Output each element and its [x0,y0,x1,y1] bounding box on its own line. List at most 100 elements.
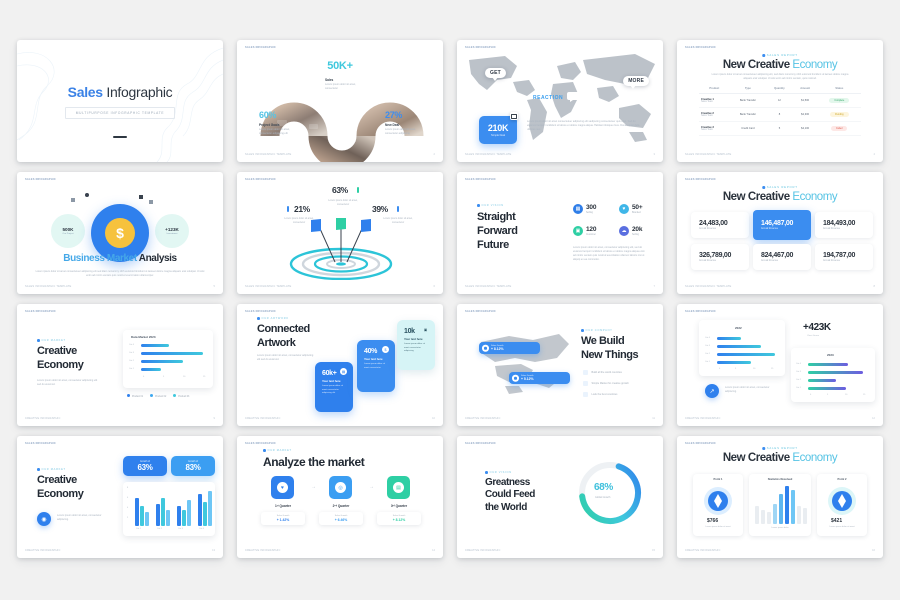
bar-label: Cat 1 [796,387,801,389]
cell-product: Creative 1 Sales Team [699,93,730,108]
th-type: Type [729,84,767,94]
stat-card-value: 210K [487,123,509,133]
side-card-caption-1: Lorem ipsum dolor sit amet [705,526,731,528]
table-row[interactable]: Creative 1 Sales Team Bank Transfer 12 $… [699,93,861,108]
row-sub: Sales Team [701,129,713,131]
chart-xlabel: Lorem ipsum dolor [771,527,789,529]
cell-status: Pending [817,107,861,122]
slide-thumbnail-4[interactable]: Sales Infographic Sales Report New Creat… [677,40,883,162]
slide-tagline: Sales Infographic [685,310,716,313]
stat-2: ♥ 50+ Branded [619,204,643,214]
bar-3 [141,359,183,363]
stat-caption: Selling [586,211,593,214]
quarter-label-1: 1ˢᵗ Quarter [274,504,292,508]
quarter-box-1[interactable]: Sales Growth + 1.42% [261,512,305,525]
card-value: 184,493,00 [823,219,856,227]
card-value: 824,467,00 [761,251,794,259]
page-title: We Build New Things [581,335,639,361]
info-card-10k[interactable]: ▣ 10k Your text here Lorem ipsum dolor s… [397,320,435,370]
slide-thumbnail-14[interactable]: Sales Infographic Our Market Analyze the… [237,436,443,558]
slide-thumbnail-16[interactable]: Sales Infographic Sales Report New Creat… [677,436,883,558]
pin-1[interactable]: ♥ [271,476,294,499]
number-card-4[interactable]: 326,789,00 Annual Revenue [691,244,749,270]
number-card-5[interactable]: 824,467,00 Annual Revenue [753,244,811,270]
side-card-title-2: Point 2 [837,478,847,481]
pct-card-2[interactable]: Growth of 83% [171,456,215,476]
slide-page-number: 5 [213,285,215,288]
table-header-row: Product Type Quantity Amount Status [699,84,861,94]
bar [808,378,836,382]
slide-thumbnail-11[interactable]: Sales Infographic Sales Growth + 8.12% S… [457,304,663,426]
cell-status: Complete [817,93,861,108]
xtick: 15 [771,368,774,370]
legend-item-2: Product 02 [150,394,166,398]
pct-card-1[interactable]: Growth of 63% [123,456,167,476]
slide-thumbnail-15[interactable]: Sales Infographic Our Vision Greatness C… [457,436,663,558]
tick-mark [287,206,289,212]
slide-thumbnail-13[interactable]: Sales Infographic Our Market Creative Ec… [17,436,223,558]
quarter-value: + 6.46% [334,518,348,522]
slide-thumbnail-8[interactable]: Sales Infographic Sales Report New Creat… [677,172,883,294]
stat-value: 20k [632,226,643,234]
number-card-1[interactable]: 24,483,00 Annual Revenue [691,212,749,238]
table-row[interactable]: Creative 2 Sales Team Bank Transfer 8 $2… [699,107,861,122]
slide-thumbnail-9[interactable]: Sales Infographic Our Market Creative Ec… [17,304,223,426]
bubble-more: MORE [623,76,649,89]
slide-3-body: Lorem ipsum dolor sit amet consectetuer … [527,120,640,132]
dart-value-2: 63% [332,185,348,195]
slide-2-stat-value-1: 60% [259,110,277,120]
bar [808,386,846,390]
page-title: Straight Forward Future [477,211,518,252]
slide-thumbnail-2[interactable]: Sales Infographic [237,40,443,162]
quarter-box-3[interactable]: Sales Growth + 8.12% [377,512,421,525]
page-title: Greatness Could Feed the World [485,477,535,513]
pin-3[interactable]: ▤ [387,476,410,499]
donut-chart [579,462,641,524]
location-dot-icon [482,344,489,352]
map-tooltip-2[interactable]: Sales Growth + 5.12% [509,372,570,384]
ytick: 6 [127,497,129,499]
pin-2[interactable]: ◎ [329,476,352,499]
bar-label: Cat 2 [796,379,801,381]
map-tooltip-1[interactable]: Sales Growth + 8.12% [479,342,540,354]
slide-thumbnail-1[interactable]: Sales Infographic Multipurpose Infograph… [17,40,223,162]
chart-title-2022: 2022 [735,326,742,330]
stat-card-210k[interactable]: 210K Simple Deal [479,116,517,144]
slide-thumbnail-12[interactable]: Sales Infographic 2022 Cat 4 Cat 3 Cat 2… [677,304,883,426]
dollar-coin-icon: $ [105,218,135,248]
number-card-3[interactable]: 184,493,00 Annual Revenue [815,212,873,238]
slide-thumbnail-3[interactable]: Sales Infographic GET MORE REACTION 210K… [457,40,663,162]
stat-pill-right[interactable]: +123K Investment [155,214,189,248]
quarter-box-2[interactable]: Sales Growth + 6.46% [319,512,363,525]
stat-1: ▦ 300 Selling [573,204,596,214]
col-bar [145,512,149,526]
bullet-dot-icon [257,317,260,320]
info-card-60k[interactable]: ▤ 60k+ Your text here Lorem ipsum dolor … [315,362,353,412]
pct-value: 83% [185,462,201,472]
slide-13-body: Lorem ipsum dolor sit amet, consectetur … [57,514,102,522]
slide-tagline: Sales Infographic [465,310,496,313]
quarter-label-2: 2ⁿᵈ Quarter [332,504,350,508]
stat-pill-left[interactable]: 500K Our Project [51,214,85,248]
slide-thumbnail-5[interactable]: Sales Infographic 500K Our Project +123K… [17,172,223,294]
donut-center-caption: Global Growth [595,496,611,499]
number-card-2-highlighted[interactable]: 146,487,00 Annual Revenue [753,210,811,240]
xcat: Cat 3 [178,528,183,530]
cell-type: Credit Card [729,121,767,136]
info-card-40pct[interactable]: $ 40% Your text here Lorem ipsum dolor s… [357,340,395,392]
tooltip-label: Sales Growth [521,375,534,377]
col-bar [166,510,170,526]
slide-thumbnail-7[interactable]: Sales Infographic Our Vision Straight Fo… [457,172,663,294]
slide-thumbnail-10[interactable]: Sales Infographic Our Artwork Connected … [237,304,443,426]
row-sub: Sales Team [701,101,713,103]
slide-tagline: Sales Infographic [25,442,56,445]
table-row[interactable]: Creative 3 Sales Team Credit Card 5 $4,1… [699,121,861,136]
chart-title: Statistics Received [767,478,793,481]
heart-pin-icon: ♥ [277,482,288,493]
number-card-6[interactable]: 194,787,00 Annual Revenue [815,244,873,270]
chart-title-2023: 2023 [827,353,834,357]
bullet-2: Simple Market for creative growth [583,381,629,386]
slide-thumbnail-6[interactable]: Sales Infographic 21% Lorem ipsum dolor … [237,172,443,294]
slide-page-number: 2 [433,153,435,156]
slide-page-number: 9 [213,417,215,420]
